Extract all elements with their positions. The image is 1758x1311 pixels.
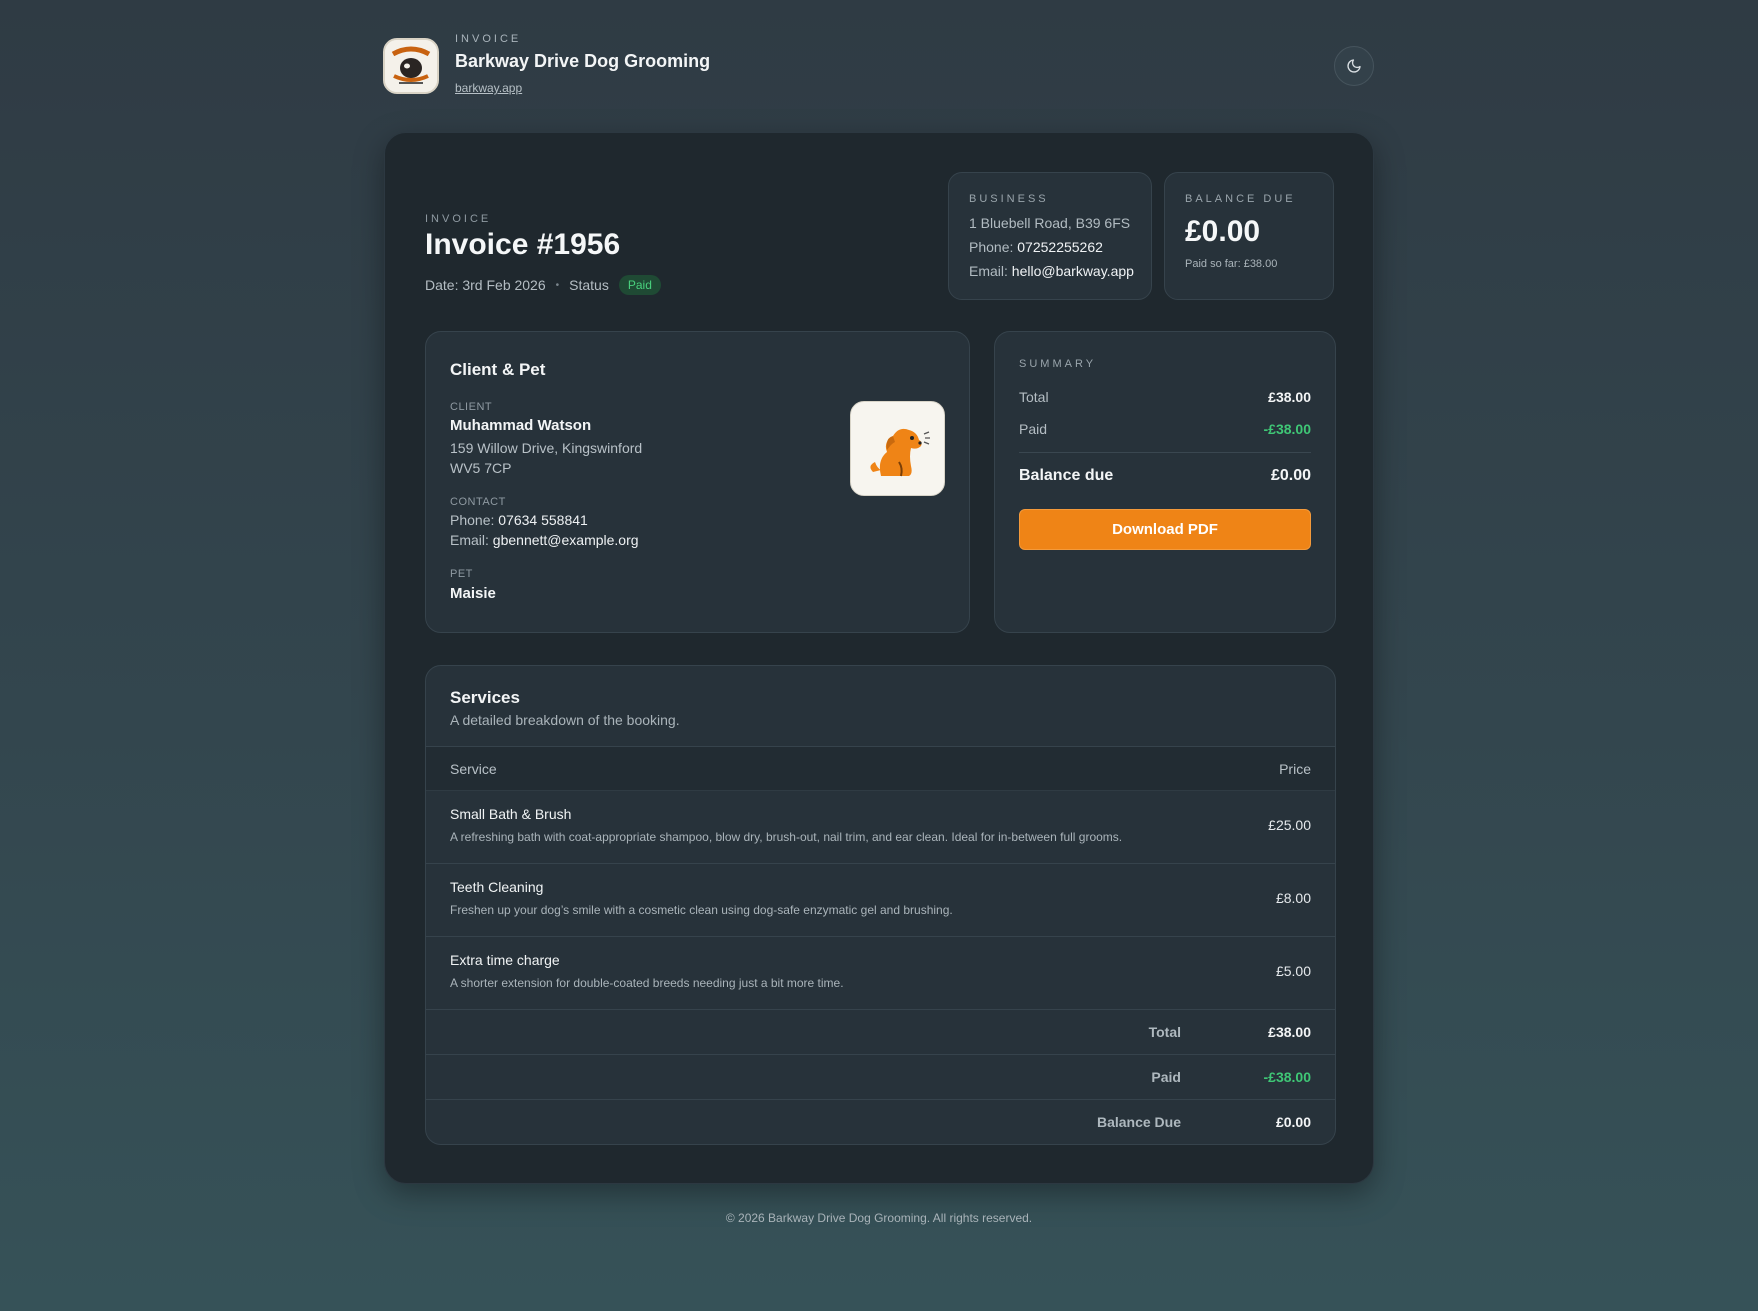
summary-total-row: Total £38.00	[1019, 389, 1311, 405]
summary-paid-row: Paid -£38.00	[1019, 421, 1311, 437]
summary-total-value: £38.00	[1268, 389, 1311, 405]
balance-due-row: Balance Due £0.00	[426, 1100, 1335, 1144]
service-description: Freshen up your dog’s smile with a cosme…	[450, 903, 953, 917]
pet-avatar	[850, 401, 945, 496]
invoice-card: INVOICE Invoice #1956 Date: 3rd Feb 2026…	[384, 132, 1374, 1184]
brand-kicker: INVOICE	[455, 33, 522, 45]
client-phone: Phone: 07634 558841	[450, 512, 588, 528]
service-price: £8.00	[1275, 890, 1311, 906]
service-description: A refreshing bath with coat-appropriate …	[450, 830, 1123, 844]
contact-label: CONTACT	[450, 496, 506, 508]
service-price: £25.00	[1268, 817, 1311, 833]
summary-divider	[1019, 452, 1311, 453]
footer-copyright: © 2026 Barkway Drive Dog Grooming. All r…	[725, 1211, 1033, 1225]
business-phone: Phone: 07252255262	[969, 239, 1103, 255]
table-row: Extra time charge A shorter extension fo…	[426, 937, 1335, 1010]
paid-label: Paid	[1151, 1069, 1181, 1085]
service-name: Teeth Cleaning	[450, 879, 544, 895]
theme-toggle-button[interactable]	[1334, 46, 1374, 86]
pet-name: Maisie	[450, 585, 496, 602]
business-logo	[383, 38, 439, 94]
business-box: BUSINESS 1 Bluebell Road, B39 6FS Phone:…	[948, 172, 1152, 300]
total-label: Total	[1148, 1024, 1181, 1040]
top-bar: INVOICE Barkway Drive Dog Grooming barkw…	[383, 30, 1374, 100]
client-label: CLIENT	[450, 401, 493, 413]
total-row: Total £38.00	[426, 1010, 1335, 1055]
summary-balance-value: £0.00	[1270, 467, 1311, 484]
balance-due-value: £0.00	[1275, 1114, 1311, 1130]
business-link[interactable]: barkway.app	[455, 81, 522, 95]
services-subtitle: A detailed breakdown of the booking.	[450, 712, 680, 728]
summary-total-label: Total	[1019, 389, 1049, 405]
balance-due-label: Balance Due	[1096, 1114, 1181, 1130]
client-address-line1: 159 Willow Drive, Kingswinford	[450, 440, 643, 456]
column-header-service: Service	[450, 761, 497, 777]
table-row: Teeth Cleaning Freshen up your dog’s smi…	[426, 864, 1335, 937]
services-title: Services	[450, 688, 520, 707]
services-panel: Services A detailed breakdown of the boo…	[425, 665, 1336, 1145]
table-row: Small Bath & Brush A refreshing bath wit…	[426, 791, 1335, 864]
invoice-kicker: INVOICE	[425, 213, 492, 225]
pet-label: PET	[450, 568, 473, 580]
service-price: £5.00	[1275, 963, 1311, 979]
business-email: Email: hello@barkway.app	[969, 263, 1134, 279]
service-name: Small Bath & Brush	[450, 806, 572, 822]
column-header-price: Price	[1279, 761, 1311, 777]
dog-icon	[869, 428, 930, 476]
status-label: Status	[569, 277, 609, 293]
summary-kicker: SUMMARY	[1019, 358, 1097, 370]
client-pet-title: Client & Pet	[450, 360, 546, 379]
invoice-date: Date: 3rd Feb 2026	[425, 277, 546, 293]
business-kicker: BUSINESS	[969, 193, 1049, 205]
balance-kicker: BALANCE DUE	[1185, 193, 1296, 205]
separator-dot: •	[555, 279, 560, 291]
client-email: Email: gbennett@example.org	[450, 532, 639, 548]
summary-paid-label: Paid	[1019, 421, 1048, 437]
services-table-header: Service Price	[426, 746, 1335, 791]
service-description: A shorter extension for double-coated br…	[450, 976, 844, 990]
summary-panel: SUMMARY Total £38.00 Paid -£38.00 Balanc…	[994, 331, 1336, 633]
business-name: Barkway Drive Dog Grooming	[455, 51, 711, 71]
invoice-meta: Date: 3rd Feb 2026 • Status Paid	[425, 275, 661, 295]
paid-so-far: Paid so far: £38.00	[1185, 258, 1278, 270]
client-name: Muhammad Watson	[450, 417, 592, 434]
paid-row: Paid -£38.00	[426, 1055, 1335, 1100]
total-value: £38.00	[1268, 1024, 1311, 1040]
business-address: 1 Bluebell Road, B39 6FS	[969, 215, 1131, 231]
download-pdf-button[interactable]: Download PDF	[1019, 509, 1311, 550]
moon-icon	[1347, 59, 1361, 73]
summary-balance-label: Balance due	[1019, 467, 1114, 484]
paid-value: -£38.00	[1263, 1069, 1311, 1085]
balance-amount: £0.00	[1185, 215, 1261, 248]
summary-paid-value: -£38.00	[1263, 421, 1311, 437]
summary-balance-row: Balance due £0.00	[1019, 467, 1311, 485]
invoice-title: Invoice #1956	[425, 228, 621, 261]
status-badge: Paid	[618, 275, 661, 295]
client-address-line2: WV5 7CP	[450, 460, 512, 476]
client-pet-panel: Client & Pet CLIENT Muhammad Watson 159 …	[425, 331, 970, 633]
balance-due-box: BALANCE DUE £0.00 Paid so far: £38.00	[1164, 172, 1334, 300]
service-name: Extra time charge	[450, 952, 560, 968]
